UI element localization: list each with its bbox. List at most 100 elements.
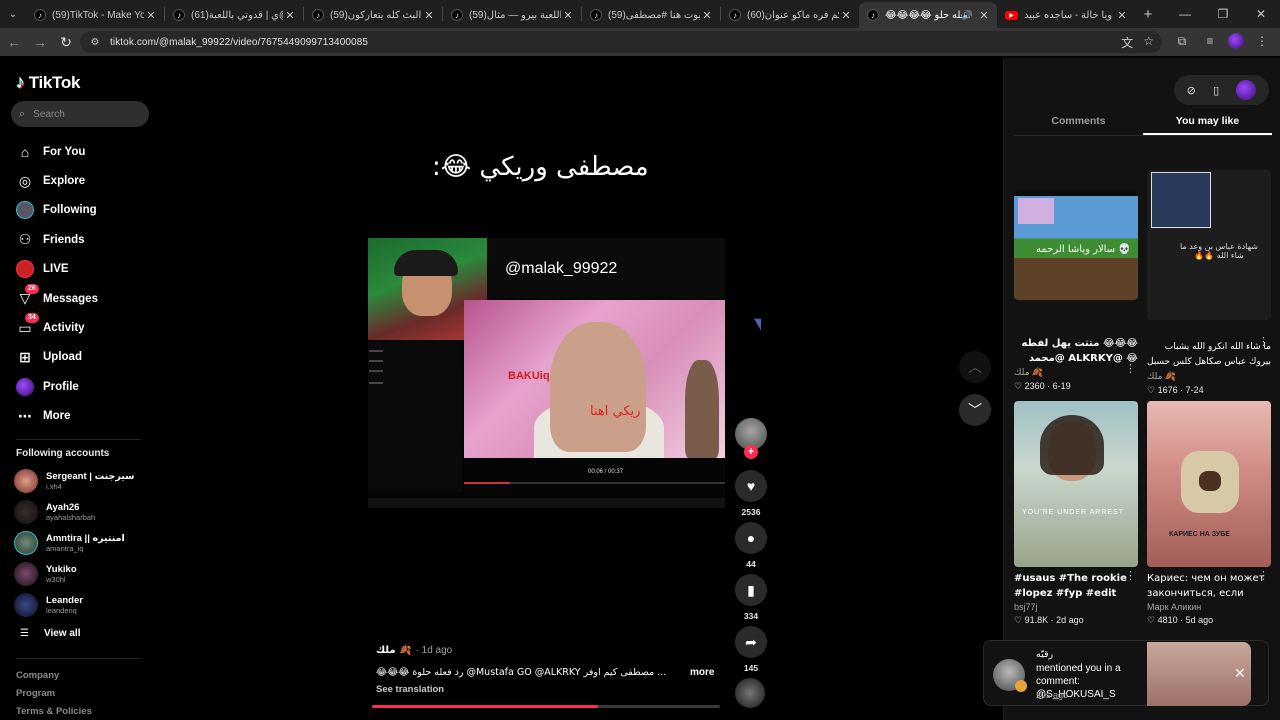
close-tab-icon[interactable]: ✕ <box>1115 9 1129 22</box>
view-all-button[interactable]: ☰ View all <box>20 628 80 639</box>
music-disc-icon[interactable] <box>735 678 765 708</box>
site-info-icon[interactable]: ⚙ <box>88 35 102 49</box>
heart-icon: ♥ <box>746 478 756 494</box>
divider <box>16 439 142 440</box>
video-player[interactable]: @malak_99922 BAKUiq ريكي اهنا 00:06 / 00… <box>368 238 725 508</box>
nav-activity[interactable]: ▭ 34 Activity <box>16 313 156 342</box>
video-author-line: ملك 🍂 · 1d ago <box>376 645 452 656</box>
tiktok-logo[interactable]: ♪ TikTok <box>16 72 80 93</box>
close-tab-icon[interactable]: ✕ <box>977 9 991 22</box>
live-icon <box>16 260 34 279</box>
browser-tab[interactable]: ♪ (59)احذف اللعبة بيرو — مثال ✕ <box>443 2 581 28</box>
following-account[interactable]: Amntira || امنتيره amantra_iq <box>14 528 154 559</box>
close-icon[interactable]: ✕ <box>1234 665 1246 682</box>
browser-tab[interactable]: ▶ خالة ويا خالة - ساجده عبيد ✕ <box>997 2 1135 28</box>
following-account[interactable]: Yukiko w30hl <box>14 558 154 589</box>
close-tab-icon[interactable]: ✕ <box>700 9 714 22</box>
nav-explore[interactable]: ◎ Explore <box>16 166 156 195</box>
translate-icon[interactable]: 文 <box>1121 34 1133 51</box>
speaker-icon[interactable]: 🔊 <box>962 10 973 21</box>
activity-icon: ▭ 34 <box>16 313 39 337</box>
close-tab-icon[interactable]: ✕ <box>144 9 158 22</box>
restore-icon[interactable]: ❐ <box>1204 0 1242 28</box>
video-progress-bar[interactable] <box>372 705 720 708</box>
save-button[interactable]: ▮ <box>735 574 767 606</box>
tab-search-button[interactable]: ⌄ <box>0 0 26 28</box>
activity-badge: 34 <box>25 313 39 324</box>
tiktok-icon: ♪ <box>590 9 602 21</box>
forward-arrow-icon[interactable]: → <box>28 30 52 54</box>
comment-button[interactable]: ● <box>735 522 767 554</box>
reload-icon[interactable]: ↻ <box>54 30 78 54</box>
mention-notification-toast[interactable]: رقيّه mentioned you in a comment: @S_HOK… <box>983 640 1269 706</box>
new-tab-button[interactable]: + <box>1135 6 1161 23</box>
tiktok-icon: ♪ <box>34 9 46 21</box>
tab-comments[interactable]: Comments <box>1014 110 1143 135</box>
tiktok-icon: ♪ <box>312 9 324 21</box>
nav-friends[interactable]: ⚇ Friends <box>16 225 156 254</box>
bookmark-star-icon[interactable]: ☆ <box>1143 34 1154 51</box>
more-button[interactable]: more <box>690 667 714 678</box>
browser-tab-active[interactable]: ♪ 😂😂😂😂 رد فعله حلو 🔊 ✕ <box>859 2 997 28</box>
user-avatar-icon[interactable] <box>1236 80 1257 100</box>
close-tab-icon[interactable]: ✕ <box>839 9 853 22</box>
explore-compass-icon[interactable]: ⊘ <box>1187 84 1196 97</box>
nav-following[interactable]: Following <box>16 196 156 225</box>
tiktok-icon: ♪ <box>173 9 185 21</box>
back-arrow-icon[interactable]: ← <box>2 30 26 54</box>
following-account[interactable]: Ayah26 ayahalsharbah <box>14 497 154 528</box>
extensions-icon[interactable]: ⧉ <box>1172 30 1192 52</box>
comment-icon: ● <box>746 530 756 546</box>
following-account[interactable]: Leander leanderiq <box>14 589 154 620</box>
footer-link-program[interactable]: Program <box>16 688 92 706</box>
browser-tab[interactable]: ♪ (59)ضحكته كيوت هنا #مصطفى ✕ <box>582 2 720 28</box>
comment-count: 44 <box>746 559 756 569</box>
mouse-cursor-icon <box>753 315 767 331</box>
close-tab-icon[interactable]: ✕ <box>561 9 575 22</box>
address-bar[interactable]: ⚙ tiktok.com/@malak_99922/video/76754490… <box>80 31 1162 53</box>
browser-tab[interactable]: ♪ (59)البث كله يتعاركون 😂 ✕ <box>304 2 442 28</box>
tab-you-may-like[interactable]: You may like <box>1143 110 1272 135</box>
media-control-icon[interactable]: ≡ <box>1200 30 1220 52</box>
avatar <box>14 592 38 617</box>
browser-tab[interactable]: ♪ (61)فكرة@ي | قدوتي باللعبة ✕ <box>165 2 303 28</box>
more-options-icon[interactable]: ⋮ <box>1125 569 1136 582</box>
browser-tab[interactable]: ♪ (60)خولكم فره ماكو عنوان ✕ <box>721 2 859 28</box>
browser-menu-icon[interactable]: ⋮ <box>1252 30 1272 52</box>
recommended-video-card[interactable]: КАРИЕС НА ЗУБЕ Кариес: чем он может зако… <box>1147 401 1271 626</box>
profile-avatar-icon[interactable] <box>1228 33 1244 49</box>
more-options-icon[interactable]: ⋮ <box>1125 362 1136 375</box>
like-button[interactable]: ♥ <box>735 470 767 502</box>
close-tab-icon[interactable]: ✕ <box>422 9 436 22</box>
following-account[interactable]: Sergeant | سيرجنت i.xh4 <box>14 466 154 497</box>
following-accounts-list: Sergeant | سيرجنت i.xh4 Ayah26 ayahalsha… <box>14 466 154 620</box>
search-input[interactable]: ⌕ Search <box>11 101 149 127</box>
footer-link-terms[interactable]: Terms & Policies <box>16 706 92 720</box>
browser-tab[interactable]: ♪ (59)TikTok - Make Your Day ✕ <box>26 2 164 28</box>
nav-messages[interactable]: ▽ 26 Messages <box>16 283 156 313</box>
recommended-video-card[interactable]: شهادة عباس بن وعد ما شاء الله 🔥🔥 ما شاء … <box>1147 170 1271 396</box>
next-video-button[interactable]: ﹀ <box>959 394 991 426</box>
close-tab-icon[interactable]: ✕ <box>283 9 297 22</box>
follow-plus-icon[interactable]: + <box>744 445 758 459</box>
nav-profile[interactable]: Profile <box>16 372 156 401</box>
avatar <box>14 561 38 586</box>
nav-upload[interactable]: ⊞ Upload <box>16 343 156 372</box>
minimize-icon[interactable]: — <box>1166 0 1204 28</box>
author-name[interactable]: ملك 🍂 <box>376 645 412 656</box>
nav-for-you[interactable]: ⌂ For You <box>16 137 156 166</box>
share-button[interactable]: ➦ <box>735 626 767 658</box>
nav-more[interactable]: ⋯ More <box>16 402 156 431</box>
recommended-video-card[interactable]: سالار وباشا الرحمه 💀 😂😂😂 متتت يهل لفطه 😂… <box>1014 170 1138 392</box>
more-options-icon[interactable]: ⋮ <box>1258 335 1269 348</box>
footer-link-company[interactable]: Company <box>16 670 92 688</box>
recommended-video-card[interactable]: YOU'RE UNDER ARREST #usaus #The rookie #… <box>1014 401 1138 626</box>
see-translation-link[interactable]: See translation <box>376 684 444 695</box>
more-options-icon[interactable]: ⋮ <box>1258 569 1269 582</box>
close-window-icon[interactable]: ✕ <box>1242 0 1280 28</box>
nav-live[interactable]: LIVE <box>16 255 156 284</box>
toast-time: 20s ago <box>1036 690 1069 700</box>
like-count: 2536 <box>741 507 761 517</box>
previous-video-button[interactable]: ︿ <box>959 351 991 383</box>
device-icon[interactable]: ▯ <box>1213 84 1219 97</box>
